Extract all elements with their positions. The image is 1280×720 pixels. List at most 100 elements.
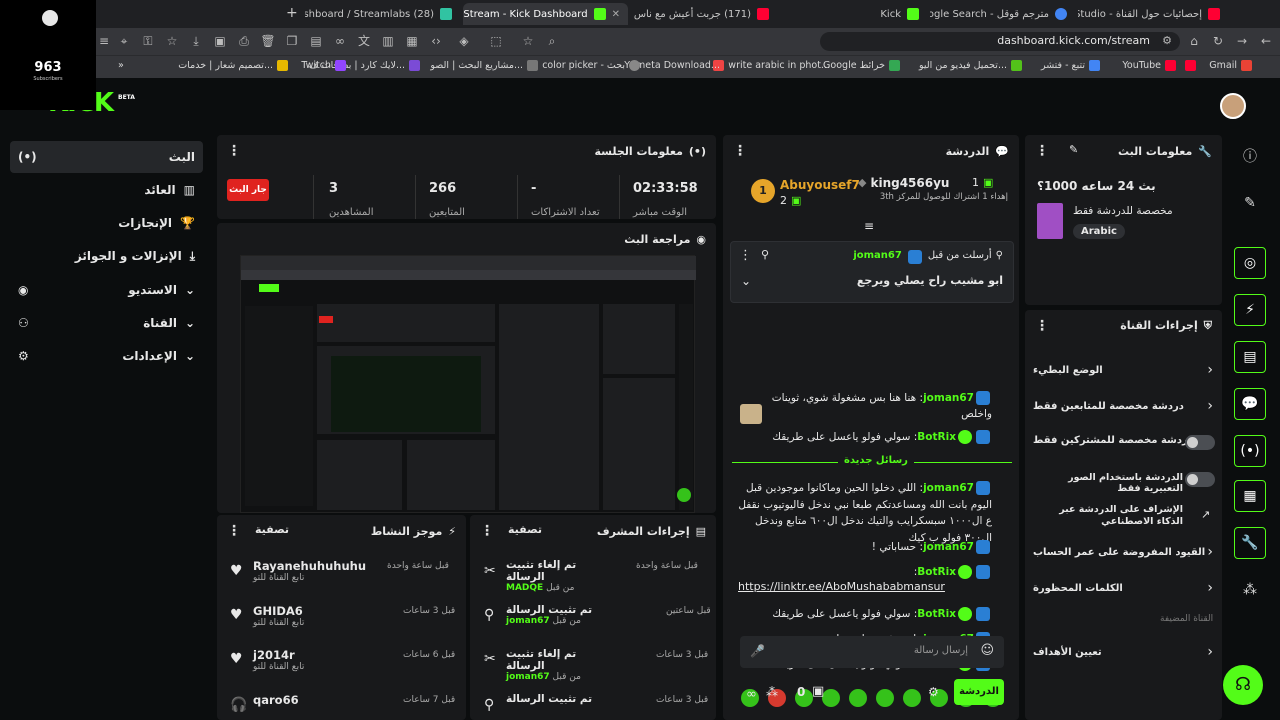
extensions-icon[interactable]: ⬚ (488, 33, 504, 49)
bookmark-logo-design[interactable]: تصميم شعار | خدمات... (178, 60, 288, 71)
pin-icon[interactable]: ⚲ (761, 248, 769, 261)
chat-icon[interactable]: 💬 (1234, 388, 1266, 420)
points-icon[interactable]: ⁂ (766, 685, 778, 699)
copy-icon[interactable]: ❐ (284, 33, 300, 49)
leader-username[interactable]: Abuyousef7 (780, 178, 860, 192)
browser-tab-kick-dashboard[interactable]: ✕ Stream - Kick Dashboard (463, 3, 628, 25)
bookmark-icon[interactable]: ☆ (164, 33, 180, 49)
sidebar-item-studio[interactable]: ◉ الاستديو ⌄ (10, 274, 203, 306)
sidebar-item-channel[interactable]: ⚇ القناة ⌄ (10, 307, 203, 339)
more-options-icon[interactable]: ⋮ (1035, 318, 1049, 334)
emote-button[interactable] (822, 689, 840, 707)
second-leader[interactable]: ◆ king4566yu (858, 176, 949, 190)
chat-link[interactable]: https://linktr.ee/AboMushababmansur (738, 580, 945, 593)
browser-tab-kick[interactable]: Kick (780, 3, 927, 25)
bookmark-google-maps[interactable]: Google خرائط (823, 60, 900, 71)
more-options-icon[interactable]: ⋮ (227, 523, 241, 539)
bookmark-video-download[interactable]: تحميل فيديو من اليو... (919, 60, 1022, 71)
bookmark-tracking[interactable]: تتبع - فتشر (1041, 60, 1100, 71)
bookmark-write-arabic[interactable]: write arabic in phot... (713, 60, 830, 71)
filter-button[interactable]: تصفية (508, 523, 542, 539)
key-icon[interactable]: ⚿ (140, 33, 156, 49)
emote-button[interactable] (876, 689, 894, 707)
avatar[interactable] (1220, 93, 1246, 119)
browser-tab-google[interactable]: مترجم قوقل - Google Search (930, 3, 1075, 25)
bolt-icon[interactable]: ⚡ (1234, 294, 1266, 326)
clipboard-icon[interactable]: ▤ (1234, 341, 1266, 373)
site-settings-icon[interactable]: ⚙ (1162, 34, 1172, 47)
points-icon[interactable]: ⁂ (1234, 574, 1266, 606)
more-options-icon[interactable]: ⋮ (733, 143, 747, 159)
bookmark-gmail[interactable]: Gmail (1209, 60, 1252, 71)
bookmark-twitch[interactable]: Twitch (301, 60, 346, 71)
sidebar-item-drops[interactable]: الإنزالات و الجوائز ⤓ (10, 240, 203, 272)
infinity-icon[interactable]: ∞ (746, 687, 757, 702)
location-icon[interactable]: ⌖ (116, 33, 132, 49)
forward-icon[interactable]: → (1234, 33, 1250, 49)
sidebar-item-stream[interactable]: (•) البث (10, 141, 203, 173)
address-bar[interactable]: dashboard.kick.com/stream ⚙ (820, 32, 1180, 51)
browser-tab-youtube-video[interactable]: (171) جربت أعيش مع ناس ما أعر... (630, 3, 777, 25)
browser-tab-youtube-studio[interactable]: إحصائيات حول القناة - be Studio (1078, 3, 1228, 25)
trash-icon[interactable]: 🗑 (260, 33, 276, 49)
filter-lines-icon[interactable]: ≡ (864, 219, 874, 233)
grid-icon[interactable]: ▦ (404, 33, 420, 49)
emote-button[interactable] (903, 689, 921, 707)
stream-preview-video[interactable] (240, 255, 696, 513)
edit-icon[interactable]: ✎ (1069, 143, 1078, 159)
filter-button[interactable]: تصفية (255, 523, 289, 539)
followers-only-row[interactable]: › دردشة مخصصة للمتابعين فقط (1033, 396, 1213, 416)
more-options-icon[interactable]: ⋮ (1035, 143, 1049, 159)
set-goals-row[interactable]: › تعيين الأهداف (1033, 642, 1213, 662)
more-bookmarks-icon[interactable]: » (118, 60, 124, 71)
home-icon[interactable]: ⌂ (1186, 33, 1202, 49)
chat-input[interactable]: 🎤 إرسال رسالة ☺ (740, 636, 1004, 668)
bookmark-research[interactable]: مشاريع البحث | الصو... (430, 60, 538, 71)
sidebar-item-achievements[interactable]: الإنجازات 🏆 (10, 207, 203, 239)
more-options-icon[interactable]: ⋮ (227, 143, 241, 159)
wrench-icon[interactable]: 🔧 (1234, 527, 1266, 559)
account-age-row[interactable]: › القيود المفروضة على عمر الحساب (1033, 542, 1213, 562)
extension-icon[interactable]: ◈ (456, 33, 472, 49)
subscribers-only-toggle[interactable] (1185, 435, 1215, 450)
star-icon[interactable]: ☆ (520, 33, 536, 49)
send-chat-button[interactable]: الدردشة (954, 679, 1004, 705)
sidebar-item-revenue[interactable]: العائد ▥ (10, 174, 203, 206)
banned-words-row[interactable]: › الكلمات المحظورة (1033, 578, 1213, 598)
translate-icon[interactable]: 文 (356, 33, 372, 49)
menu-icon[interactable]: ≡ (96, 33, 112, 49)
reader-icon[interactable]: ▤ (308, 33, 324, 49)
more-options-icon[interactable]: ⋮ (480, 523, 494, 539)
code-icon[interactable]: ‹› (428, 33, 444, 49)
new-tab-button[interactable]: + (286, 5, 298, 21)
link-icon[interactable]: ∞ (332, 33, 348, 49)
more-options-icon[interactable]: ⋮ (739, 248, 752, 263)
layout-icon[interactable]: ▦ (1234, 480, 1266, 512)
category-name[interactable]: مخصصة للدردشة فقط (1073, 205, 1173, 217)
gift-icon[interactable]: ▣ (812, 684, 824, 699)
support-chat-button[interactable]: ☊ (1223, 665, 1263, 705)
close-icon[interactable]: ✕ (612, 9, 620, 20)
print-icon[interactable]: ⎙ (236, 33, 252, 49)
pinned-message[interactable]: ⋮ ⚲ ⚲ أرسلت من قبل joman67 ابو مشيب راح يص… (730, 241, 1014, 303)
info-icon[interactable]: ⓘ (1234, 140, 1266, 172)
bookmark-youtube-2[interactable]: YouTube (1122, 60, 1176, 71)
ai-moderation-row[interactable]: الإشراف على الدردشة عبر الذكاء الاصطناعي… (1033, 502, 1213, 530)
zoom-icon[interactable]: ⌕ (544, 33, 560, 49)
emoji-icon[interactable]: ☺ (980, 643, 994, 658)
bookmark-youtube[interactable] (1185, 60, 1196, 71)
gear-icon[interactable]: ⚙ (928, 685, 939, 699)
emote-button[interactable] (849, 689, 867, 707)
browser-tab-streamlabs[interactable]: (28) Dashboard / Streamlabs (305, 3, 460, 25)
sidebar-item-settings[interactable]: ⚙ الإعدادات ⌄ (10, 340, 203, 372)
emote-only-toggle[interactable] (1185, 472, 1215, 487)
chevron-down-icon[interactable]: ⌄ (741, 274, 751, 288)
back-icon[interactable]: ← (1258, 33, 1274, 49)
language-tag[interactable]: Arabic (1073, 224, 1125, 239)
image-icon[interactable]: ▣ (212, 33, 228, 49)
microphone-icon[interactable]: 🎤 (750, 644, 765, 658)
reload-icon[interactable]: ↻ (1210, 33, 1226, 49)
camera-icon[interactable]: ◎ (1234, 247, 1266, 279)
sidebar-icon[interactable]: ▥ (380, 33, 396, 49)
broadcast-icon[interactable]: (•) (1234, 435, 1266, 467)
